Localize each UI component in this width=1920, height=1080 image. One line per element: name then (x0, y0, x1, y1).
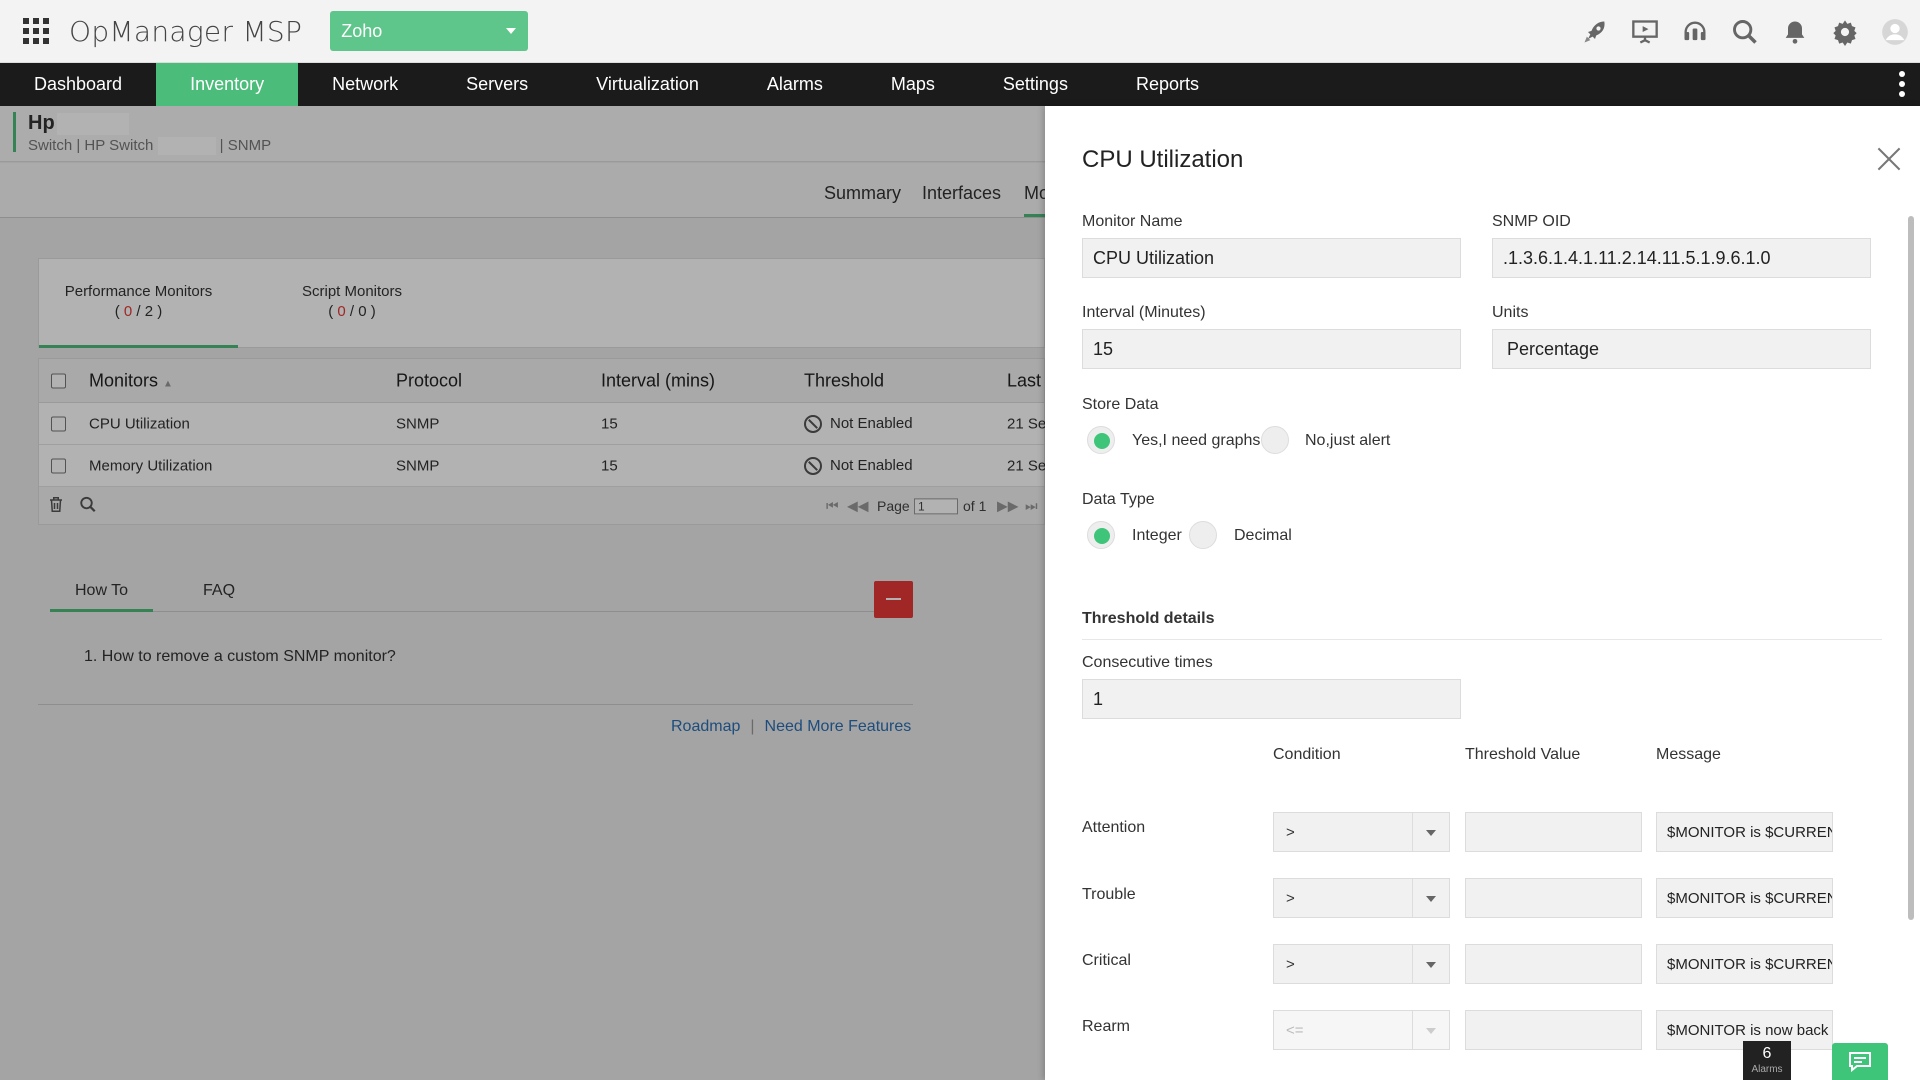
chevron-down-icon (1426, 1028, 1436, 1034)
nav-virtualization[interactable]: Virtualization (562, 63, 733, 106)
user-avatar-icon[interactable] (1870, 0, 1920, 63)
interval-label: Interval (Minutes) (1082, 304, 1206, 321)
data-type-integer-radio[interactable] (1087, 521, 1115, 549)
close-icon[interactable] (1876, 146, 1902, 172)
store-data-no-label[interactable]: No,just alert (1305, 432, 1390, 450)
condition-column-head: Condition (1273, 746, 1341, 763)
units-input[interactable]: Percentage (1492, 329, 1871, 369)
top-header: OpManager MSP Zoho (0, 0, 1920, 63)
data-type-decimal-label[interactable]: Decimal (1234, 527, 1292, 545)
chat-button[interactable] (1832, 1043, 1888, 1080)
chevron-down-icon (1426, 962, 1436, 968)
trouble-message-input[interactable]: $MONITOR is $CURRENT (1656, 878, 1833, 918)
consecutive-input[interactable]: 1 (1082, 679, 1461, 719)
monitor-name-label: Monitor Name (1082, 213, 1183, 230)
snmp-oid-label: SNMP OID (1492, 213, 1571, 230)
data-type-label: Data Type (1082, 491, 1155, 508)
attention-threshold-input[interactable] (1465, 812, 1642, 852)
nav-maps[interactable]: Maps (857, 63, 969, 106)
panel-title: CPU Utilization (1082, 146, 1244, 173)
nav-inventory[interactable]: Inventory (156, 63, 299, 106)
units-label: Units (1492, 304, 1529, 321)
critical-label: Critical (1082, 952, 1131, 969)
attention-label: Attention (1082, 819, 1146, 836)
nav-alarms[interactable]: Alarms (733, 63, 857, 106)
critical-message-input[interactable]: $MONITOR is $CURRENT (1656, 944, 1833, 984)
message-column-head: Message (1656, 746, 1721, 763)
org-select-value: Zoho (341, 20, 383, 41)
consecutive-label: Consecutive times (1082, 654, 1213, 671)
apps-grid-icon[interactable] (23, 18, 49, 44)
panel-scrollbar[interactable] (1908, 216, 1914, 920)
edit-monitor-panel: CPU Utilization Monitor Name CPU Utiliza… (1045, 106, 1920, 1080)
data-type-integer-label[interactable]: Integer (1132, 527, 1182, 545)
alarms-badge[interactable]: 6 Alarms (1743, 1041, 1791, 1080)
interval-input[interactable]: 15 (1082, 329, 1461, 369)
main-nav: Dashboard Inventory Network Servers Virt… (0, 63, 1920, 106)
chevron-down-icon (1426, 896, 1436, 902)
chevron-down-icon (506, 28, 517, 34)
snmp-oid-input[interactable]: .1.3.6.1.4.1.11.2.14.11.5.1.9.6.1.0 (1492, 238, 1871, 278)
store-data-yes-label[interactable]: Yes,I need graphs (1132, 432, 1260, 450)
critical-condition-select[interactable]: > (1273, 944, 1450, 984)
gear-icon[interactable] (1820, 0, 1870, 63)
data-type-decimal-radio[interactable] (1189, 521, 1217, 549)
chevron-down-icon (1426, 830, 1436, 836)
rocket-icon[interactable] (1570, 0, 1620, 63)
attention-condition-select[interactable]: > (1273, 812, 1450, 852)
alarms-badge-label: Alarms (1751, 1064, 1783, 1075)
headset-icon[interactable] (1670, 0, 1720, 63)
rearm-label: Rearm (1082, 1018, 1131, 1035)
alarms-count: 6 (1762, 1045, 1772, 1062)
nav-reports[interactable]: Reports (1102, 63, 1233, 106)
modal-backdrop[interactable] (0, 106, 1045, 1080)
threshold-value-column-head: Threshold Value (1465, 746, 1581, 763)
store-data-yes-radio[interactable] (1087, 426, 1115, 454)
presentation-icon[interactable] (1620, 0, 1670, 63)
app-title: OpManager MSP (69, 14, 303, 48)
rearm-condition-select: <= (1273, 1010, 1450, 1050)
bell-icon[interactable] (1770, 0, 1820, 63)
divider (1082, 639, 1882, 640)
org-select[interactable]: Zoho (330, 11, 529, 51)
critical-threshold-input[interactable] (1465, 944, 1642, 984)
nav-dashboard[interactable]: Dashboard (0, 63, 156, 106)
nav-servers[interactable]: Servers (432, 63, 562, 106)
trouble-condition-select[interactable]: > (1273, 878, 1450, 918)
monitor-name-input[interactable]: CPU Utilization (1082, 238, 1461, 278)
more-options-icon[interactable] (1898, 71, 1906, 97)
threshold-heading: Threshold details (1082, 610, 1215, 627)
trouble-threshold-input[interactable] (1465, 878, 1642, 918)
nav-network[interactable]: Network (298, 63, 432, 106)
trouble-label: Trouble (1082, 886, 1136, 903)
nav-settings[interactable]: Settings (969, 63, 1102, 106)
chat-icon (1849, 1051, 1871, 1072)
search-icon[interactable] (1720, 0, 1770, 63)
header-actions (1570, 0, 1920, 63)
store-data-no-radio[interactable] (1261, 426, 1289, 454)
store-data-label: Store Data (1082, 396, 1159, 413)
attention-message-input[interactable]: $MONITOR is $CURRENT (1656, 812, 1833, 852)
rearm-threshold-input[interactable] (1465, 1010, 1642, 1050)
